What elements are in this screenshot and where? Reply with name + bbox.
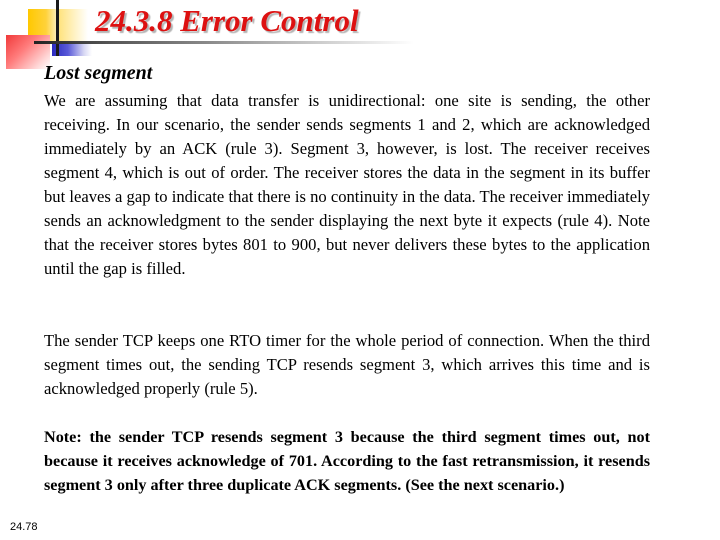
paragraph-lost-segment: We are assuming that data transfer is un… <box>44 91 650 278</box>
paragraph-rto-timer: The sender TCP keeps one RTO timer for t… <box>44 331 650 398</box>
decorative-vertical-line <box>56 0 59 56</box>
paragraph-note: Note: the sender TCP resends segment 3 b… <box>44 428 650 494</box>
slide-number: 24.78 <box>10 521 38 533</box>
slide-title: 24.3.8 Error Control <box>95 3 359 38</box>
section-heading: Lost segment <box>44 62 153 84</box>
title-underline <box>34 41 414 44</box>
decorative-yellow-fade <box>58 9 88 41</box>
